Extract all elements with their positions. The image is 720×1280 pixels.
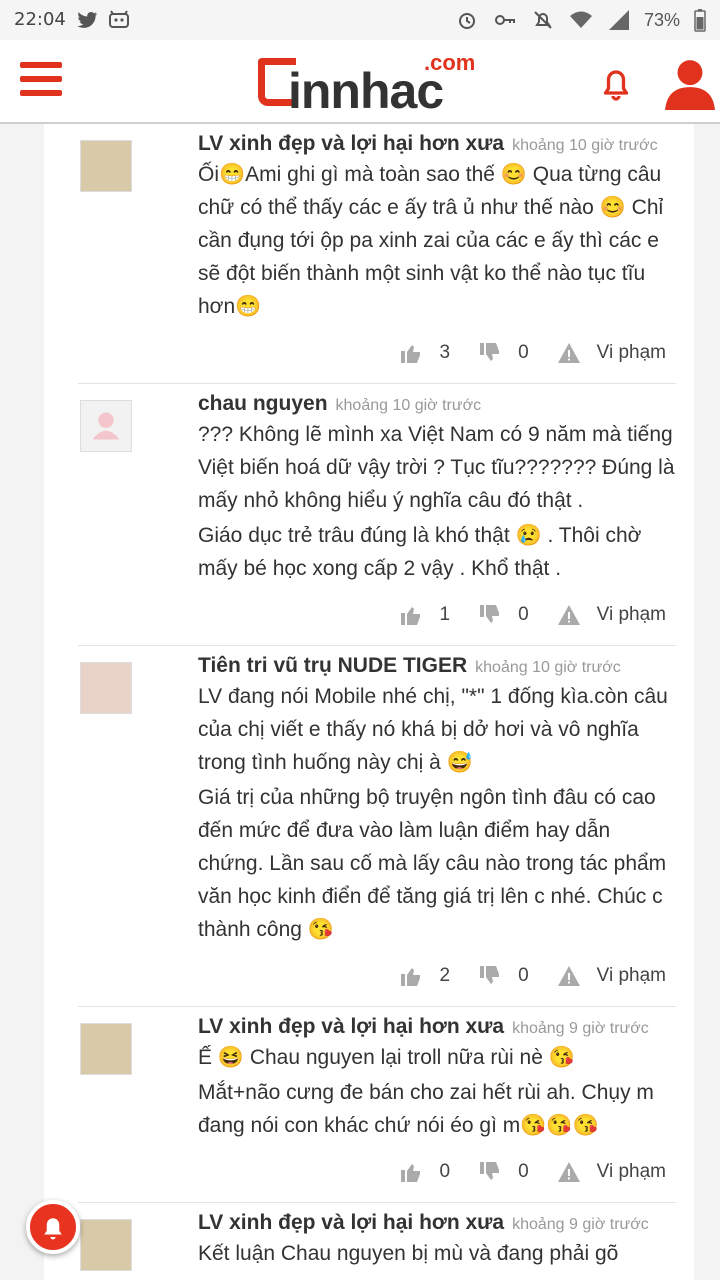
like-count: 3 bbox=[439, 342, 451, 363]
thumbs-down-icon bbox=[480, 966, 500, 984]
comment-author[interactable]: Tiên tri vũ trụ NUDE TIGER bbox=[198, 654, 467, 678]
thumbs-down-icon bbox=[480, 605, 500, 623]
report-label: Vi phạm bbox=[596, 1161, 666, 1182]
warning-icon bbox=[557, 1162, 580, 1182]
like-count: 2 bbox=[439, 965, 451, 986]
logo-word: innhac bbox=[288, 63, 444, 119]
comment-item: chau nguyen khoảng 10 giờ trước ??? Khôn… bbox=[78, 384, 676, 646]
key-icon bbox=[494, 15, 515, 25]
comment-time: khoảng 10 giờ trước bbox=[335, 397, 482, 414]
site-logo[interactable]: innhac .com bbox=[258, 48, 475, 119]
twitter-icon bbox=[77, 12, 98, 28]
thumbs-up-icon bbox=[401, 1164, 421, 1182]
dislike-button[interactable]: 0 bbox=[478, 964, 529, 988]
report-button[interactable]: Vi phạm bbox=[557, 964, 666, 988]
thumbs-up-icon bbox=[401, 345, 421, 363]
report-button[interactable]: Vi phạm bbox=[557, 1160, 666, 1184]
battery-icon bbox=[694, 9, 706, 32]
dislike-count: 0 bbox=[518, 342, 529, 363]
mute-icon bbox=[534, 11, 552, 29]
thumbs-down-icon bbox=[480, 343, 500, 361]
dislike-button[interactable]: 0 bbox=[478, 341, 529, 365]
warning-icon bbox=[557, 966, 580, 986]
comment-text: Mắt+não cưng đe bán cho zai hết rùi ah. … bbox=[198, 1081, 654, 1137]
like-button[interactable]: 2 bbox=[399, 964, 450, 988]
like-button[interactable]: 1 bbox=[399, 603, 450, 627]
comment-text: ??? Không lẽ mình xa Việt Nam có 9 năm m… bbox=[198, 423, 675, 512]
comment-text: LV đang nói Mobile nhé chị, "*" 1 đống k… bbox=[198, 685, 668, 774]
dislike-button[interactable]: 0 bbox=[478, 1160, 529, 1184]
default-avatar-icon bbox=[92, 412, 120, 440]
comment-author[interactable]: LV xinh đẹp và lợi hại hơn xưa bbox=[198, 1015, 504, 1039]
comment-item: Tiên tri vũ trụ NUDE TIGER khoảng 10 giờ… bbox=[78, 646, 676, 1007]
comment-author[interactable]: LV xinh đẹp và lợi hại hơn xưa bbox=[198, 1211, 504, 1235]
dislike-count: 0 bbox=[518, 1161, 529, 1182]
avatar[interactable] bbox=[80, 400, 132, 452]
bell-icon bbox=[44, 1218, 62, 1240]
dislike-count: 0 bbox=[518, 965, 529, 986]
comment-text: Ối😁Ami ghi gì mà toàn sao thế 😊 Qua từng… bbox=[198, 163, 664, 318]
comment-item: LV xinh đẹp và lợi hại hơn xưa khoảng 9 … bbox=[78, 1007, 676, 1203]
comment-time: khoảng 9 giờ trước bbox=[512, 1216, 649, 1233]
report-button[interactable]: Vi phạm bbox=[557, 341, 666, 365]
game-icon bbox=[109, 10, 129, 28]
dislike-button[interactable]: 0 bbox=[478, 603, 529, 627]
comment-actions: 1 0 Vi phạm bbox=[198, 595, 676, 635]
comment-text: Kết luận Chau nguyen bị mù và đang phải … bbox=[198, 1242, 619, 1265]
wifi-icon bbox=[569, 11, 592, 28]
like-count: 0 bbox=[439, 1161, 451, 1182]
avatar[interactable] bbox=[80, 1219, 132, 1271]
comment-item: LV xinh đẹp và lợi hại hơn xưa khoảng 10… bbox=[78, 124, 676, 384]
comment-author[interactable]: chau nguyen bbox=[198, 392, 328, 416]
user-icon[interactable] bbox=[662, 56, 718, 110]
comment-time: khoảng 10 giờ trước bbox=[475, 659, 621, 676]
report-label: Vi phạm bbox=[596, 342, 666, 363]
like-button[interactable]: 0 bbox=[399, 1160, 450, 1184]
comment-item: LV xinh đẹp và lợi hại hơn xưa khoảng 9 … bbox=[78, 1203, 676, 1280]
notification-bell-button[interactable] bbox=[26, 1200, 80, 1254]
bell-icon[interactable] bbox=[598, 64, 634, 104]
signal-icon bbox=[608, 10, 629, 30]
logo-com: .com bbox=[424, 50, 476, 75]
thumbs-down-icon bbox=[480, 1162, 500, 1180]
status-time: 22:04 bbox=[14, 9, 66, 30]
like-button[interactable]: 3 bbox=[399, 341, 450, 365]
comment-text: Ế 😆 Chau nguyen lại troll nữa rùi nè 😘 bbox=[198, 1046, 575, 1069]
comment-actions: 2 0 Vi phạm bbox=[198, 956, 676, 996]
report-label: Vi phạm bbox=[596, 604, 666, 625]
comment-actions: 3 0 Vi phạm bbox=[198, 333, 676, 373]
thumbs-up-icon bbox=[401, 607, 421, 625]
alarm-icon bbox=[458, 13, 475, 29]
comment-actions: 0 0 Vi phạm bbox=[198, 1152, 676, 1192]
avatar[interactable] bbox=[80, 140, 132, 192]
comment-text: Giá trị của những bộ truyện ngôn tình đâ… bbox=[198, 786, 667, 941]
report-label: Vi phạm bbox=[596, 965, 666, 986]
thumbs-up-icon bbox=[401, 968, 421, 986]
site-header: innhac .com bbox=[0, 40, 720, 124]
warning-icon bbox=[557, 343, 580, 363]
comment-author[interactable]: LV xinh đẹp và lợi hại hơn xưa bbox=[198, 132, 504, 156]
report-button[interactable]: Vi phạm bbox=[557, 603, 666, 627]
like-count: 1 bbox=[439, 604, 451, 625]
battery-percent: 73% bbox=[643, 9, 680, 30]
status-bar: 22:04 73% bbox=[0, 0, 720, 40]
comment-time: khoảng 10 giờ trước bbox=[512, 137, 658, 154]
avatar[interactable] bbox=[80, 662, 132, 714]
hamburger-menu-icon[interactable] bbox=[20, 62, 64, 100]
warning-icon bbox=[557, 605, 580, 625]
comment-time: khoảng 9 giờ trước bbox=[512, 1020, 649, 1037]
dislike-count: 0 bbox=[518, 604, 529, 625]
avatar[interactable] bbox=[80, 1023, 132, 1075]
comment-text: Giáo dục trẻ trâu đúng là khó thật 😢 . T… bbox=[198, 524, 642, 580]
comments-panel: LV xinh đẹp và lợi hại hơn xưa khoảng 10… bbox=[44, 124, 694, 1280]
